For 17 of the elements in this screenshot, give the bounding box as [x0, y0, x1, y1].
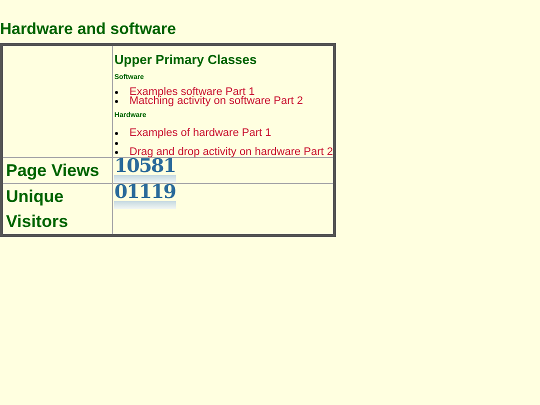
- counter-digits: 01119: [114, 184, 176, 201]
- bullet-icon: [115, 132, 118, 135]
- activity-link[interactable]: Examples software Part 1: [129, 88, 255, 97]
- bullet-icon: [115, 100, 118, 103]
- activity-link[interactable]: Drag and drop activity on hardware Part 2: [129, 148, 333, 157]
- bullet-icon: [115, 151, 118, 154]
- bullet-icon: [115, 91, 118, 94]
- activity-link[interactable]: Matching activity on software Part 2: [129, 97, 304, 106]
- reflection-drawing: [114, 201, 176, 209]
- counter-digits: 10581: [114, 158, 176, 175]
- reflection-drawing: [114, 175, 176, 183]
- counter-label: Page Views: [5, 160, 100, 182]
- page-heading: Hardware and software: [0, 20, 178, 39]
- bullet-icon: [115, 142, 118, 145]
- section-title: Upper Primary Classes: [114, 52, 258, 68]
- activity-link[interactable]: Examples of hardware Part 1: [129, 129, 272, 138]
- counter-label: Unique Visitors: [5, 186, 70, 233]
